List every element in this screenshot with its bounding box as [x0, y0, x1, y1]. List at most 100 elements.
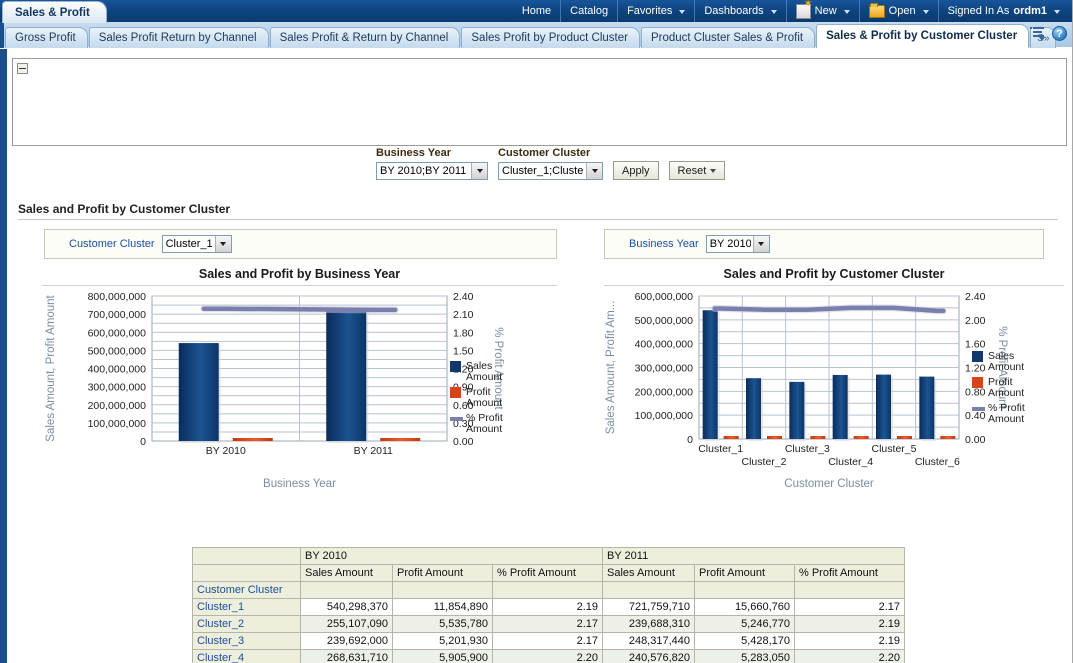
new-document-icon: [796, 4, 811, 19]
nav-catalog-label: Catalog: [570, 0, 608, 22]
svg-text:Cluster_5: Cluster_5: [872, 443, 917, 455]
svg-text:Amount: Amount: [466, 423, 502, 435]
svg-text:1.20: 1.20: [965, 363, 986, 375]
svg-text:Amount: Amount: [988, 361, 1024, 373]
table-cell: 2.17: [795, 599, 905, 616]
svg-text:Customer Cluster: Customer Cluster: [784, 478, 874, 490]
pivot-blank-cell: [695, 582, 795, 599]
table-cell: 248,317,440: [603, 633, 695, 650]
tab-gross-profit[interactable]: Gross Profit: [5, 27, 88, 48]
tab-sales-profit-and-return-by-channel[interactable]: Sales Profit & Return by Channel: [270, 27, 461, 48]
svg-text:500,000,000: 500,000,000: [88, 345, 147, 357]
table-row-label[interactable]: Cluster_3: [193, 633, 301, 650]
pivot-row-header-label: Customer Cluster: [193, 582, 301, 599]
table-row: Cluster_2255,107,0905,535,7802.17239,688…: [193, 616, 905, 633]
pivot-row-header-row: Customer Cluster: [193, 582, 905, 599]
prompt-customer-cluster: Customer Cluster Cluster_1;Cluster: [498, 147, 603, 180]
svg-text:700,000,000: 700,000,000: [88, 309, 147, 321]
page-options-icon[interactable]: [1030, 27, 1044, 40]
dashboard-name-tab[interactable]: Sales & Profit: [2, 1, 107, 23]
table-cell: 2.17: [493, 633, 603, 650]
reset-button[interactable]: Reset: [669, 161, 726, 180]
page-tabs: Gross Profit Sales Profit Return by Chan…: [5, 24, 1057, 48]
prompt-business-year-label: Business Year: [376, 147, 488, 159]
svg-text:Sales Amount, Profit Am...: Sales Amount, Profit Am...: [605, 301, 617, 435]
left-accent-rail: [0, 49, 7, 663]
table-cell: 2.19: [493, 599, 603, 616]
right-selector-dropdown[interactable]: BY 2010: [706, 235, 770, 253]
right-selector-label: Business Year: [629, 238, 699, 250]
svg-text:Sales Amount, Profit Amount: Sales Amount, Profit Amount: [45, 295, 57, 442]
nav-open[interactable]: Open: [860, 0, 939, 22]
right-chart-title: Sales and Profit by Customer Cluster: [604, 267, 1064, 281]
pivot-corner-blank-2: [193, 565, 301, 582]
prompt-bar: Business Year BY 2010;BY 2011 Customer C…: [376, 147, 725, 180]
chevron-down-icon: [753, 236, 769, 252]
dashboard-name-label: Sales & Profit: [15, 7, 90, 19]
nav-favorites-label: Favorites: [627, 0, 672, 22]
table-cell: 5,535,780: [393, 616, 493, 633]
pivot-blank-cell: [795, 582, 905, 599]
chevron-down-icon: [710, 169, 716, 173]
left-chart-title: Sales and Profit by Business Year: [42, 267, 557, 281]
svg-text:Amount: Amount: [466, 371, 502, 383]
tab-label: Gross Profit: [15, 32, 76, 44]
svg-text:0: 0: [687, 434, 693, 446]
collapse-section-icon[interactable]: [17, 63, 28, 74]
help-icon[interactable]: ?: [1052, 26, 1067, 41]
pivot-col-pct-2010: % Profit Amount: [493, 565, 603, 582]
chevron-down-icon: [923, 10, 929, 14]
prompt-customer-cluster-label: Customer Cluster: [498, 147, 603, 159]
tab-sales-and-profit-by-customer-cluster[interactable]: Sales & Profit by Customer Cluster: [816, 24, 1029, 48]
table-cell: 5,428,170: [695, 633, 795, 650]
tab-sales-profit-return-by-channel[interactable]: Sales Profit Return by Channel: [89, 27, 269, 48]
nav-new[interactable]: New: [787, 0, 860, 22]
help-glyph: ?: [1056, 28, 1063, 40]
svg-text:2.40: 2.40: [453, 291, 474, 303]
customer-cluster-dropdown[interactable]: Cluster_1;Cluster: [498, 162, 603, 180]
nav-catalog[interactable]: Catalog: [561, 0, 618, 22]
left-view-selector: Customer Cluster Cluster_1: [44, 229, 557, 259]
pivot-col-profit-2010: Profit Amount: [393, 565, 493, 582]
tab-label: Sales & Profit by Customer Cluster: [826, 30, 1017, 42]
table-cell: 255,107,090: [301, 616, 393, 633]
table-cell: 5,905,900: [393, 650, 493, 663]
table-cell: 11,854,890: [393, 599, 493, 616]
table-cell: 15,660,760: [695, 599, 795, 616]
nav-dashboards[interactable]: Dashboards: [695, 0, 786, 22]
open-folder-icon: [869, 5, 885, 18]
svg-text:800,000,000: 800,000,000: [88, 291, 147, 303]
reset-label: Reset: [678, 165, 707, 177]
apply-button[interactable]: Apply: [613, 161, 659, 180]
nav-favorites[interactable]: Favorites: [618, 0, 695, 22]
svg-text:600,000,000: 600,000,000: [635, 291, 694, 303]
svg-text:Cluster_6: Cluster_6: [915, 456, 960, 468]
tab-sales-profit-by-product-cluster[interactable]: Sales Profit by Product Cluster: [461, 27, 640, 48]
table-row: Cluster_3239,692,0005,201,9302.17248,317…: [193, 633, 905, 650]
table-cell: 2.19: [795, 616, 905, 633]
chart-sales-profit-by-business-year: Sales and Profit by Business Year 0100,0…: [42, 267, 557, 496]
pivot-blank-cell: [301, 582, 393, 599]
nav-signed-in-as[interactable]: Signed In Asordm1: [939, 0, 1069, 22]
table-row-label[interactable]: Cluster_4: [193, 650, 301, 663]
chevron-down-icon: [1054, 10, 1060, 14]
chevron-down-icon: [771, 10, 777, 14]
table-row-label[interactable]: Cluster_2: [193, 616, 301, 633]
tab-product-cluster-sales-and-profit[interactable]: Product Cluster Sales & Profit: [641, 27, 815, 48]
nav-new-label: New: [815, 0, 837, 22]
global-nav: Home Catalog Favorites Dashboards New Op…: [513, 0, 1069, 22]
svg-text:Amount: Amount: [988, 413, 1024, 425]
left-selector-dropdown[interactable]: Cluster_1: [162, 235, 232, 253]
table-cell: 2.19: [795, 633, 905, 650]
svg-text:200,000,000: 200,000,000: [88, 400, 147, 412]
tab-label: Sales Profit Return by Channel: [99, 32, 257, 44]
svg-text:0: 0: [140, 436, 146, 448]
page-tab-strip: Gross Profit Sales Profit Return by Chan…: [0, 22, 1073, 48]
nav-home[interactable]: Home: [513, 0, 561, 22]
svg-text:Cluster_1: Cluster_1: [698, 443, 743, 455]
table-row-label[interactable]: Cluster_1: [193, 599, 301, 616]
svg-text:BY 2010: BY 2010: [206, 445, 246, 457]
table-row: Cluster_4268,631,7105,905,9002.20240,576…: [193, 650, 905, 663]
right-chart-canvas: 0100,000,000200,000,000300,000,000400,00…: [604, 286, 1064, 491]
business-year-dropdown[interactable]: BY 2010;BY 2011: [376, 162, 488, 180]
